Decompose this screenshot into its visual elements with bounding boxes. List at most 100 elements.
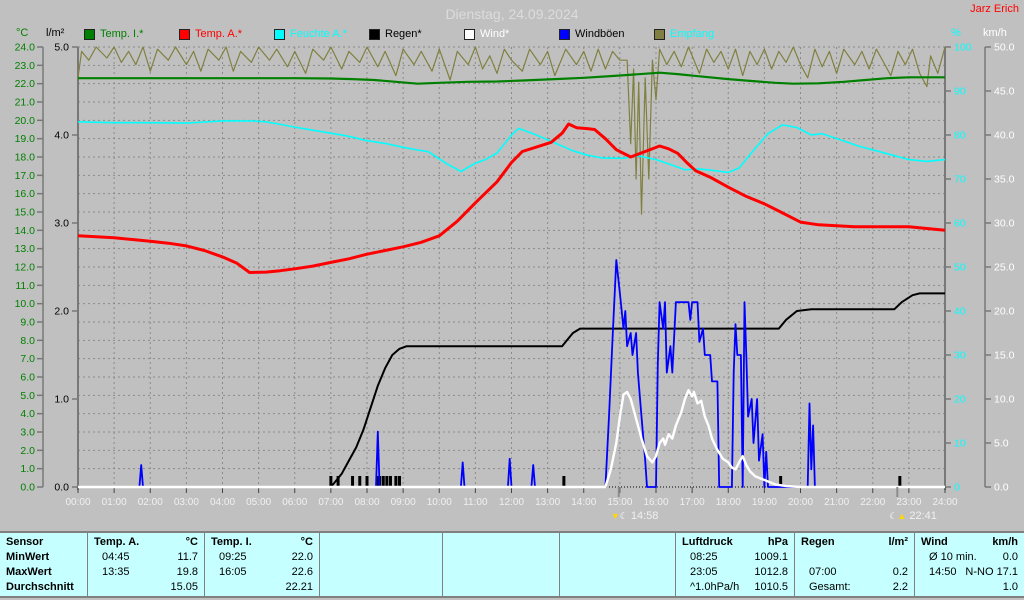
table-cell-time — [94, 580, 102, 595]
x-axis-label: 08:00 — [354, 497, 379, 508]
table-column-unit: °C — [185, 536, 198, 548]
x-axis-label: 21:00 — [824, 497, 849, 508]
weather-chart: 0.0 1.0 2.0 3.0 4.0 5.0 6.0 7.0 8.0 9.0 10.0 11.0 12… — [15, 42, 1015, 523]
table-row-label: Durchschnitt — [6, 581, 74, 593]
table-column-unit: km/h — [992, 536, 1018, 548]
rain-event-bar — [351, 476, 355, 487]
axis-tick-label: 40.0 — [994, 130, 1015, 142]
axis-tick-label: 4.0 — [20, 408, 35, 420]
x-axis-label: 24:00 — [932, 497, 957, 508]
table-row-label: Sensor — [6, 536, 44, 548]
rain-event-bar — [365, 476, 369, 487]
axis-tick-label: 80 — [954, 130, 966, 142]
table-cell-value: 1009.1 — [754, 551, 788, 563]
rain-event-bar — [398, 476, 402, 487]
table-cell-value: 2.2 — [892, 581, 908, 593]
x-axis-label: 02:00 — [138, 497, 163, 508]
table-cell-time: 13:35 — [102, 566, 130, 578]
axis-tick-label: 50 — [954, 262, 966, 274]
table-cell-time: Ø 10 min. — [929, 551, 977, 563]
axis-tick-label: 21.0 — [15, 97, 36, 109]
table-cell-time — [326, 565, 334, 580]
axis-tick-label: 11.0 — [15, 280, 35, 292]
table-cell-time: Gesamt: — [809, 581, 851, 593]
table-column-name: Wind — [921, 536, 948, 548]
axis-tick-label: 23.0 — [15, 60, 36, 72]
table-cell-time: 23:05 — [690, 566, 718, 578]
table-cell-time: 14:50 — [929, 566, 957, 578]
table-cell-time — [449, 580, 457, 595]
x-axis-label: 03:00 — [174, 497, 199, 508]
axis-tick-label: 12.0 — [15, 262, 36, 274]
table-column-name: Temp. A. — [94, 536, 140, 548]
axis-tick-label: 5.0 — [54, 42, 69, 54]
axis-tick-label: 1.0 — [54, 394, 69, 406]
axis-tick-label: 17.0 — [15, 170, 36, 182]
x-axis-label: 11:00 — [463, 497, 488, 508]
table-cell-value: 22.21 — [285, 581, 313, 593]
x-axis-label: 07:00 — [318, 497, 343, 508]
axis-tick-label: 0.0 — [20, 482, 35, 494]
table-column-name: Luftdruck — [682, 536, 733, 548]
table-cell-value: 15.05 — [170, 581, 198, 593]
axis-tick-label: 90 — [954, 86, 966, 98]
table-column-name: Temp. I. — [211, 536, 252, 548]
table-column-temp-i: Temp. I. °C 09:25 22.0 16:05 22.6 22.21 — [204, 533, 319, 596]
table-cell-time — [566, 550, 574, 565]
table-cell-value: 22.6 — [291, 566, 313, 578]
rain-event-bar — [898, 476, 902, 487]
table-column-unit: hPa — [767, 536, 788, 548]
axis-tick-label: 70 — [954, 174, 966, 186]
axis-tick-label: 1.0 — [20, 463, 35, 475]
axis-tick-label: 10 — [954, 438, 966, 450]
table-column-labels: Sensor MinWert MaxWert Durchschnitt — [0, 533, 87, 596]
moonset-icon: ▼☾ 14:58 — [611, 510, 659, 522]
axis-tick-label: 25.0 — [994, 262, 1015, 274]
axis-tick-label: 9.0 — [20, 317, 35, 329]
axis-tick-label: 0.0 — [994, 482, 1009, 494]
table-column-unit: l/m² — [888, 536, 908, 548]
axis-tick-label: 3.0 — [20, 427, 35, 439]
axis-tick-label: 2.0 — [20, 445, 35, 457]
x-axis-label: 17:00 — [680, 497, 705, 508]
axis-tick-label: 60 — [954, 218, 966, 230]
table-cell-value: 1012.8 — [754, 566, 788, 578]
axis-tick-label: 20.0 — [15, 115, 36, 127]
rain-event-bar — [358, 476, 362, 487]
table-cell-value: 22.0 — [291, 551, 313, 563]
rain-event-bar — [385, 476, 389, 487]
axis-tick-label: 40 — [954, 306, 966, 318]
table-cell-time — [326, 550, 334, 565]
table-cell-time — [449, 565, 457, 580]
table-column-name: Regen — [801, 536, 835, 548]
axis-tick-label: 5.0 — [994, 438, 1009, 450]
table-cell-value: N-NO 17.1 — [965, 566, 1018, 578]
rain-event-bar — [388, 476, 392, 487]
table-cell-time: 08:25 — [690, 551, 718, 563]
table-cell-time — [921, 580, 929, 595]
x-axis-label: 01:00 — [102, 497, 127, 508]
rain-event-bar — [394, 476, 398, 487]
table-cell-value: 19.8 — [176, 566, 198, 578]
axis-tick-label: 15.0 — [15, 207, 36, 219]
weather-station-screen: Dienstag, 24.09.2024 Jarz Erich °C l/m² … — [0, 0, 1024, 600]
axis-tick-label: 45.0 — [994, 86, 1015, 98]
stats-table: Sensor MinWert MaxWert Durchschnitt Temp. A.… — [0, 531, 1024, 598]
x-axis-label: 13:00 — [535, 497, 560, 508]
y-axis-temp: 0.0 1.0 2.0 3.0 4.0 5.0 6.0 7.0 8.0 9.0 10.0 11.0 12… — [15, 42, 44, 494]
y-axis-wind: 0.0 5.0 10.0 15.0 20.0 25.0 30.0 35.0 40.0 45.0 50… — [984, 42, 1015, 494]
axis-tick-label: 50.0 — [994, 42, 1015, 54]
axis-tick-label: 0 — [954, 482, 960, 494]
axis-tick-label: 18.0 — [15, 152, 36, 164]
table-cell-time: ^1.0hPa/h — [690, 581, 740, 593]
axis-tick-label: 20.0 — [994, 306, 1015, 318]
axis-tick-label: 24.0 — [15, 42, 36, 54]
table-cell-value: 1010.5 — [754, 581, 788, 593]
table-cell-time — [326, 580, 334, 595]
table-cell-time: 04:45 — [102, 551, 130, 563]
axis-tick-label: 16.0 — [15, 188, 36, 200]
table-column-regen: Regen l/m² 07:00 0.2 Gesamt: 2.2 — [794, 533, 914, 596]
axis-tick-label: 2.0 — [54, 306, 69, 318]
axis-tick-label: 6.0 — [20, 372, 35, 384]
table-cell-time: 16:05 — [219, 566, 247, 578]
